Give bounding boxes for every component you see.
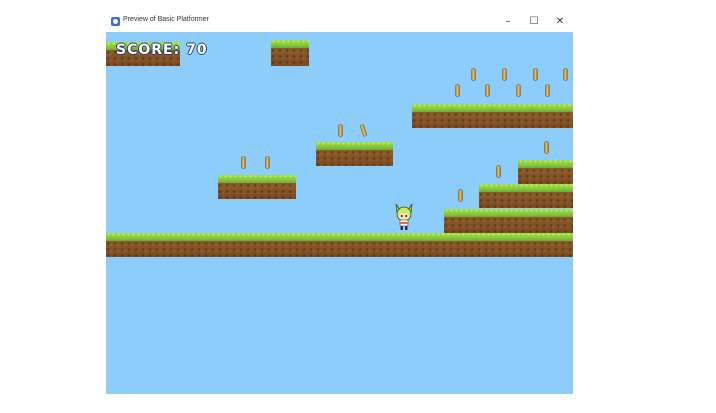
coin (339, 125, 342, 136)
window-titlebar: Preview of Basic Platformer – ☐ ✕ (106, 12, 573, 32)
minimize-button[interactable]: – (498, 14, 518, 30)
coin (497, 166, 500, 177)
platform-left-mid (218, 175, 296, 199)
coin (534, 69, 537, 80)
coin (459, 190, 462, 201)
maximize-button[interactable]: ☐ (524, 14, 544, 30)
coin (456, 85, 459, 96)
coin (472, 69, 475, 80)
close-button[interactable]: ✕ (550, 14, 570, 30)
platform-ground (106, 233, 573, 257)
coin (486, 85, 489, 96)
score-label: SCORE: (116, 42, 181, 58)
coin (242, 157, 245, 168)
window-title: Preview of Basic Platformer (123, 16, 209, 23)
game-canvas[interactable]: SCORE: 70 (106, 32, 573, 394)
coin (545, 142, 548, 153)
coin (546, 85, 549, 96)
player-character (395, 203, 413, 230)
platform-top-floating (271, 40, 309, 66)
platform-step-top (518, 160, 573, 184)
coin (266, 157, 269, 168)
platform-step-mid (479, 184, 573, 208)
platform-center-mid (316, 142, 393, 166)
coin (564, 69, 567, 80)
score-display: SCORE: 70 (116, 42, 208, 58)
score-value: 70 (186, 42, 208, 58)
coin (360, 124, 367, 137)
platform-upper-right (412, 104, 573, 128)
coin (517, 85, 520, 96)
coin (503, 69, 506, 80)
app-icon (111, 17, 120, 26)
platform-step-low (444, 209, 573, 233)
